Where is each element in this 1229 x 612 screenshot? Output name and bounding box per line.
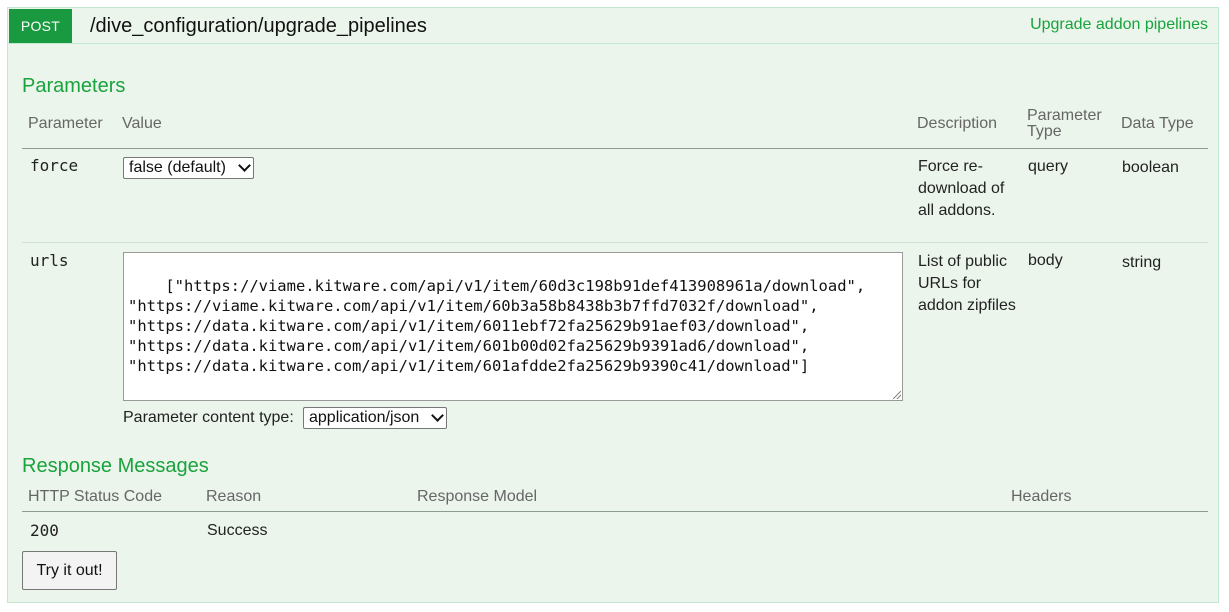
responses-header-rule bbox=[22, 511, 1208, 512]
col-headers: Headers bbox=[1011, 488, 1072, 505]
operation-summary[interactable]: Upgrade addon pipelines bbox=[1030, 16, 1208, 34]
response-reason-200: Success bbox=[207, 522, 268, 539]
param-name-urls: urls bbox=[30, 251, 69, 270]
col-parameter-type-line2: Type bbox=[1027, 123, 1062, 140]
content-type-select[interactable]: application/json bbox=[303, 407, 447, 429]
content-type-label: Parameter content type: bbox=[123, 409, 294, 426]
param-type-force: query bbox=[1028, 158, 1069, 175]
col-status-code: HTTP Status Code bbox=[28, 488, 162, 505]
responses-title: Response Messages bbox=[22, 455, 209, 477]
param-name-force: force bbox=[30, 156, 79, 175]
try-it-out-button[interactable]: Try it out! bbox=[22, 551, 117, 590]
chevron-down-icon bbox=[431, 409, 444, 422]
param-description-urls: List of public URLs for addon zipfiles bbox=[918, 253, 1016, 314]
urls-textarea[interactable]: ["https://viame.kitware.com/api/v1/item/… bbox=[123, 252, 903, 401]
col-reason: Reason bbox=[206, 488, 262, 505]
param-type-urls: body bbox=[1028, 252, 1063, 269]
row-separator bbox=[22, 242, 1208, 243]
resize-handle-icon[interactable] bbox=[893, 391, 901, 399]
chevron-down-icon bbox=[238, 159, 251, 172]
col-description: Description bbox=[917, 115, 998, 132]
response-status-200: 200 bbox=[30, 521, 59, 540]
col-value: Value bbox=[122, 115, 162, 132]
parameters-header-rule bbox=[22, 148, 1208, 149]
force-select[interactable]: false (default) bbox=[123, 157, 254, 179]
endpoint-path[interactable]: /dive_configuration/upgrade_pipelines bbox=[90, 15, 427, 38]
col-data-type: Data Type bbox=[1121, 115, 1194, 132]
operation-panel: POST /dive_configuration/upgrade_pipelin… bbox=[7, 7, 1219, 603]
urls-textarea-value: ["https://viame.kitware.com/api/v1/item/… bbox=[128, 277, 866, 375]
col-parameter-type: Parameter Type bbox=[1027, 108, 1102, 140]
data-type-force: boolean bbox=[1122, 159, 1179, 176]
http-method-badge[interactable]: POST bbox=[9, 9, 72, 43]
col-response-model: Response Model bbox=[417, 488, 538, 505]
col-parameter-type-line1: Parameter bbox=[1027, 107, 1102, 124]
param-description-force: Force re-download of all addons. bbox=[918, 158, 1005, 219]
parameters-title: Parameters bbox=[22, 75, 126, 97]
data-type-urls: string bbox=[1122, 254, 1162, 271]
col-parameter: Parameter bbox=[28, 115, 103, 132]
content-type-select-value: application/json bbox=[309, 409, 420, 426]
operation-heading[interactable]: POST /dive_configuration/upgrade_pipelin… bbox=[8, 8, 1218, 44]
force-select-value: false (default) bbox=[129, 159, 226, 176]
